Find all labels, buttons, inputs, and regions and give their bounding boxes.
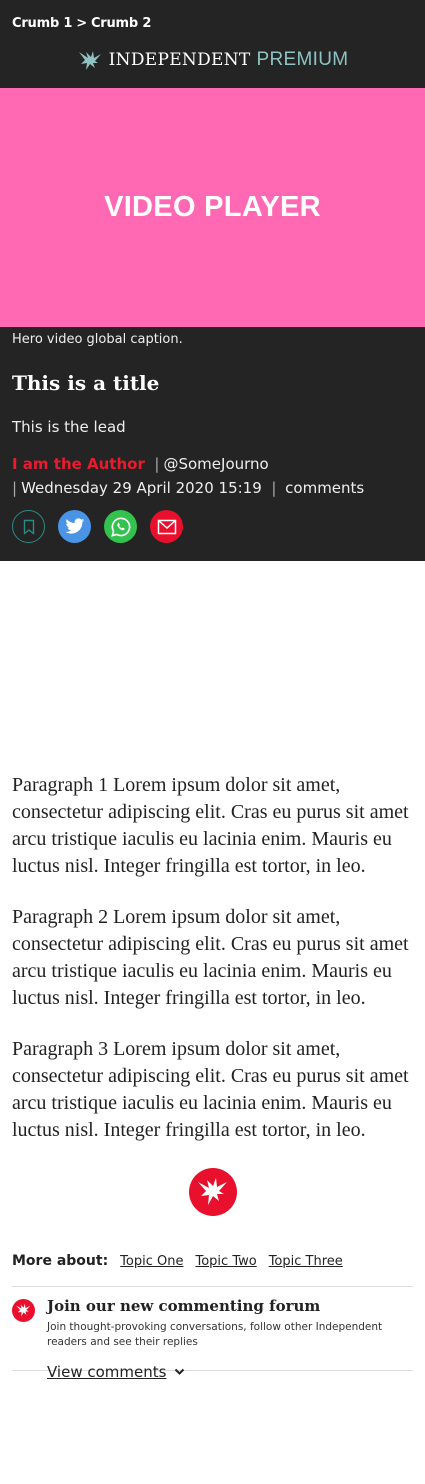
comments-description: Join thought-provoking conversations, fo… xyxy=(47,1321,383,1348)
chevron-down-icon xyxy=(175,1368,185,1375)
email-icon xyxy=(157,519,176,534)
comments-promo: Join our new commenting forum Join thoug… xyxy=(12,1286,413,1381)
byline-divider: | xyxy=(149,455,160,473)
topic-link-1[interactable]: Topic One xyxy=(120,1254,183,1269)
view-comments-label: View comments xyxy=(47,1363,167,1381)
author-handle[interactable]: @SomeJourno xyxy=(163,455,268,473)
twitter-icon xyxy=(65,518,84,534)
ad-slot xyxy=(0,561,425,772)
article-header: Hero video global caption. This is a tit… xyxy=(0,327,425,561)
breadcrumb-separator: > xyxy=(76,16,87,31)
whatsapp-share-button[interactable] xyxy=(104,510,137,543)
byline-divider: | xyxy=(12,479,18,497)
publish-date: Wednesday 29 April 2020 15:19 xyxy=(21,479,262,497)
more-about: More about: Topic One Topic Two Topic Th… xyxy=(0,1251,425,1271)
independent-eagle-icon xyxy=(188,1168,237,1216)
article-title: This is a title xyxy=(12,371,160,395)
more-about-label: More about: xyxy=(12,1253,109,1269)
byline: I am the Author | @SomeJourno | Wednesday … xyxy=(12,452,364,500)
independent-eagle-icon xyxy=(12,1299,35,1322)
whatsapp-icon xyxy=(110,516,130,537)
video-player[interactable]: VIDEO PLAYER xyxy=(0,88,425,327)
twitter-share-button[interactable] xyxy=(58,510,91,543)
breadcrumb: Crumb 1 > Crumb 2 xyxy=(12,16,151,31)
video-player-label: VIDEO PLAYER xyxy=(104,191,321,223)
comments-title: Join our new commenting forum xyxy=(47,1297,321,1315)
bookmark-button[interactable] xyxy=(12,510,45,543)
article-end-mark xyxy=(0,1168,425,1228)
video-caption: Hero video global caption. xyxy=(12,332,183,347)
breadcrumb-item-2[interactable]: Crumb 2 xyxy=(91,16,151,31)
view-comments-button[interactable]: View comments xyxy=(47,1363,185,1381)
paragraph: Paragraph 2 Lorem ipsum dolor sit amet, … xyxy=(12,906,409,1009)
site-logo[interactable]: INDEPENDENT PREMIUM xyxy=(0,48,425,72)
topic-link-2[interactable]: Topic Two xyxy=(195,1254,256,1269)
paragraph: Paragraph 1 Lorem ipsum dolor sit amet, … xyxy=(12,774,409,877)
site-header: Crumb 1 > Crumb 2 INDEPENDENT PREMIUM xyxy=(0,0,425,88)
email-share-button[interactable] xyxy=(150,510,183,543)
comments-link[interactable]: comments xyxy=(285,479,364,497)
article-lead: This is the lead xyxy=(12,418,126,436)
bookmark-icon xyxy=(23,519,34,535)
eagle-icon xyxy=(78,51,101,70)
logo-name: INDEPENDENT xyxy=(108,50,251,70)
share-bar xyxy=(12,510,183,543)
topic-link-3[interactable]: Topic Three xyxy=(269,1254,343,1269)
breadcrumb-item-1[interactable]: Crumb 1 xyxy=(12,16,72,31)
byline-divider: | xyxy=(266,479,277,497)
article-body: Paragraph 1 Lorem ipsum dolor sit amet, … xyxy=(0,772,425,1144)
paragraph: Paragraph 3 Lorem ipsum dolor sit amet, … xyxy=(12,1038,409,1141)
logo-premium: PREMIUM xyxy=(256,49,349,70)
author-link[interactable]: I am the Author xyxy=(12,455,145,473)
